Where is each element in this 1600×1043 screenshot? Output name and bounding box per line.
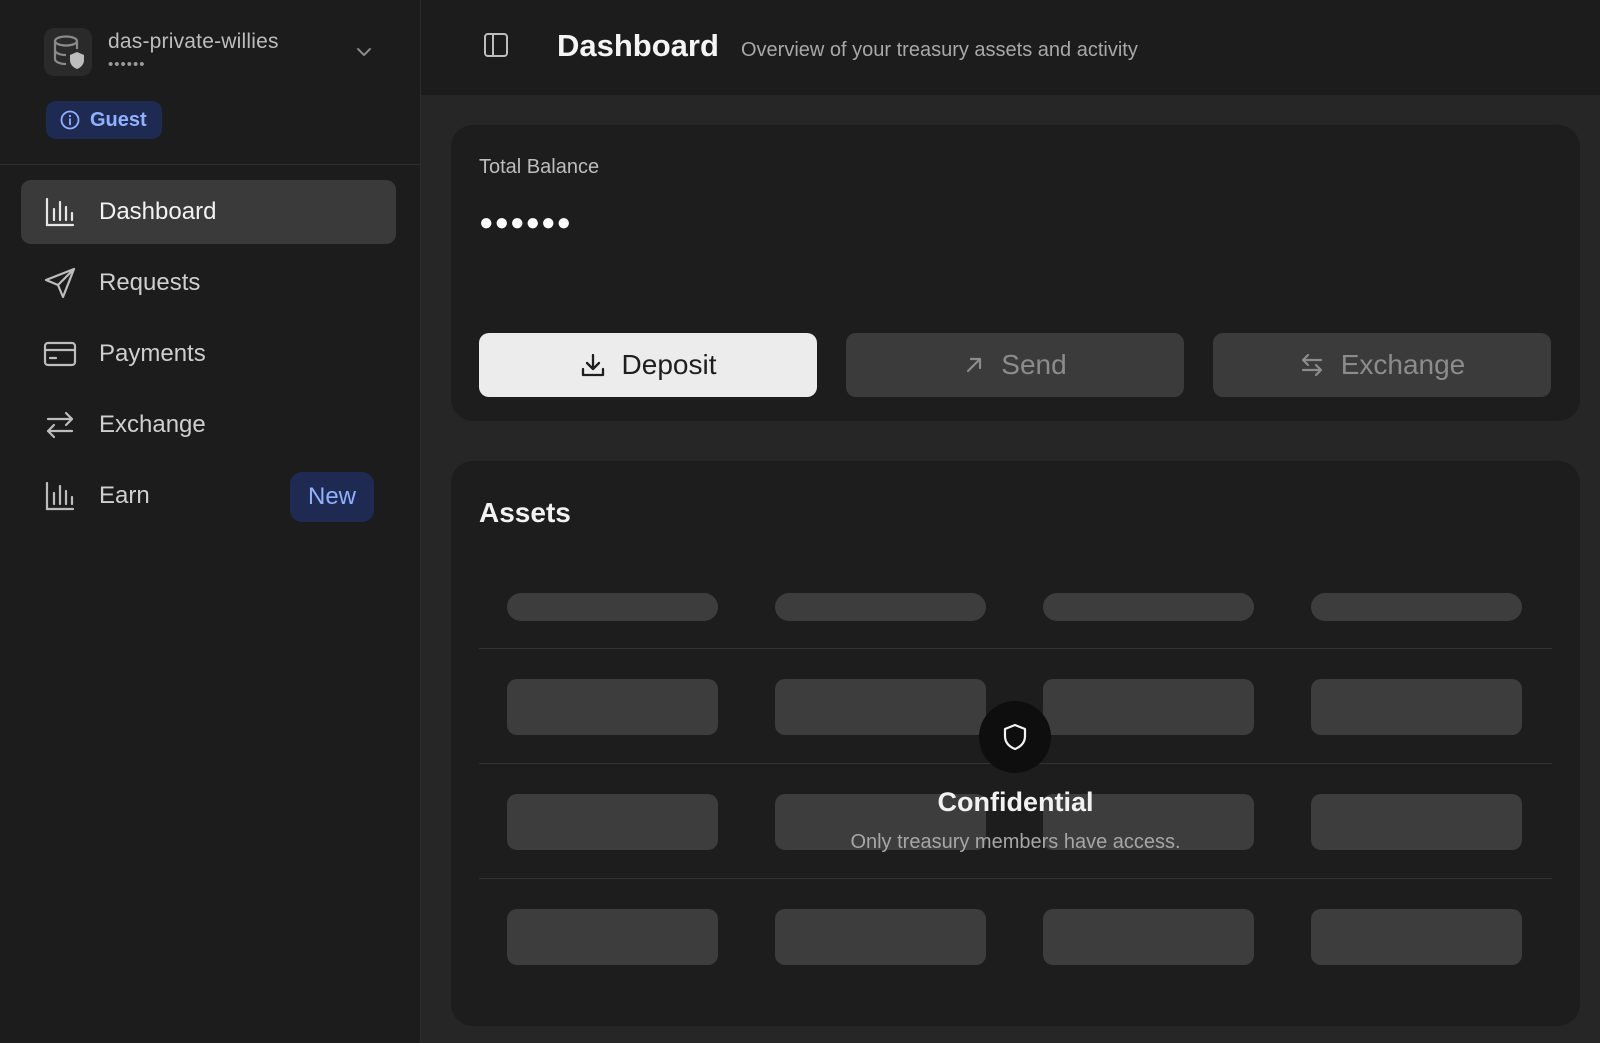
send-button[interactable]: Send: [846, 333, 1184, 397]
swap-icon: [1299, 352, 1325, 378]
table-header-row: [479, 581, 1552, 649]
bar-chart-icon: [43, 195, 77, 229]
org-subtitle: ••••••: [108, 56, 146, 73]
confidential-subtitle: Only treasury members have access.: [850, 831, 1181, 853]
shield-icon: [979, 701, 1051, 773]
deposit-button[interactable]: Deposit: [479, 333, 817, 397]
skeleton-placeholder: [775, 679, 986, 735]
skeleton-placeholder: [775, 909, 986, 965]
skeleton-placeholder: [507, 679, 718, 735]
sidebar-item-label: Exchange: [99, 411, 206, 438]
table-row: [479, 764, 1552, 879]
assets-card: Assets Confidential Only treasury member…: [451, 461, 1580, 1026]
send-button-label: Send: [1001, 349, 1067, 380]
exchange-button[interactable]: Exchange: [1213, 333, 1551, 397]
main-content: Total Balance ●●●●●● Deposit Send Exchan…: [421, 95, 1600, 1043]
skeleton-placeholder: [507, 593, 718, 621]
sidebar-item-requests[interactable]: Requests: [21, 251, 396, 315]
sidebar-item-label: Dashboard: [99, 198, 217, 225]
skeleton-placeholder: [1311, 679, 1522, 735]
org-switcher[interactable]: das-private-willies ••••••: [44, 28, 374, 80]
sidebar-item-exchange[interactable]: Exchange: [21, 393, 396, 457]
deposit-button-label: Deposit: [621, 349, 717, 380]
sidebar-item-label: Requests: [99, 269, 201, 296]
arrow-up-right-icon: [963, 354, 985, 376]
skeleton-placeholder: [507, 909, 718, 965]
sidebar-item-dashboard[interactable]: Dashboard: [21, 180, 396, 244]
skeleton-placeholder: [1311, 593, 1522, 621]
skeleton-placeholder: [775, 593, 986, 621]
sidebar-divider: [0, 164, 420, 165]
role-badge: Guest: [46, 101, 162, 139]
page-title: Dashboard: [557, 28, 719, 63]
assets-title: Assets: [479, 497, 571, 528]
bar-chart-icon: [43, 479, 77, 513]
new-badge: New: [289, 472, 374, 522]
database-shield-icon: [44, 28, 92, 76]
role-badge-label: Guest: [90, 108, 147, 131]
skeleton-placeholder: [1043, 909, 1254, 965]
sidebar-item-payments[interactable]: Payments: [21, 322, 396, 386]
skeleton-placeholder: [1043, 679, 1254, 735]
info-icon: [60, 110, 80, 130]
org-name: das-private-willies: [108, 30, 279, 53]
balance-card: Total Balance ●●●●●● Deposit Send Exchan…: [451, 125, 1580, 421]
skeleton-placeholder: [1043, 593, 1254, 621]
confidential-title: Confidential: [937, 787, 1094, 817]
sidebar-nav: Dashboard Requests Payments Exchange Ear…: [21, 180, 396, 535]
sidebar-item-label: Earn: [99, 482, 150, 509]
sidebar-item-earn[interactable]: Earn New: [21, 464, 396, 528]
page-subtitle: Overview of your treasury assets and act…: [741, 39, 1138, 61]
table-row: [479, 879, 1552, 994]
skeleton-placeholder: [1311, 909, 1522, 965]
chevron-down-icon[interactable]: [354, 42, 374, 67]
send-icon: [43, 266, 77, 300]
download-icon: [580, 352, 606, 378]
sidebar-toggle-icon[interactable]: [483, 32, 509, 58]
exchange-button-label: Exchange: [1340, 349, 1466, 380]
sidebar: das-private-willies •••••• Guest Dashboa…: [0, 0, 421, 1043]
balance-label: Total Balance: [479, 156, 600, 178]
balance-value: ●●●●●●: [479, 209, 572, 236]
exchange-icon: [43, 408, 77, 442]
sidebar-item-label: Payments: [99, 340, 206, 367]
credit-card-icon: [43, 337, 77, 371]
page-header: Dashboard Overview of your treasury asse…: [421, 0, 1600, 95]
